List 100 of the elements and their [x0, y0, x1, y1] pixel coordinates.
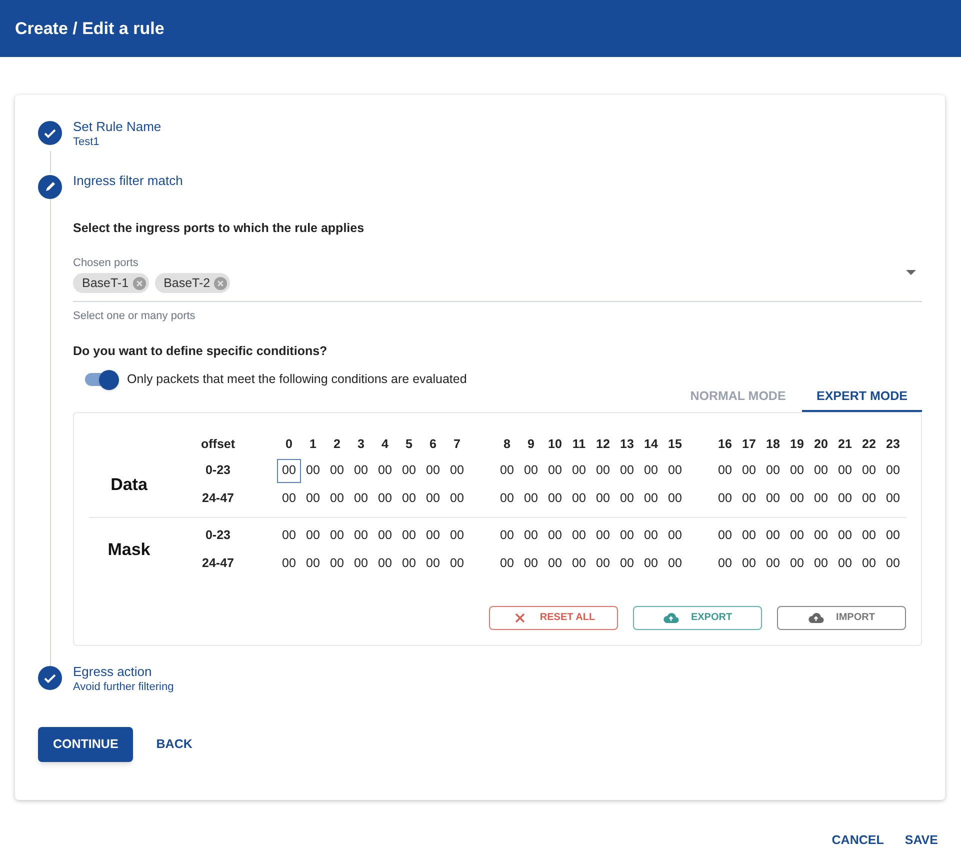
hex-cell[interactable]: 00: [857, 524, 881, 548]
hex-cell[interactable]: 00: [639, 524, 663, 548]
hex-cell[interactable]: 00: [833, 552, 857, 576]
hex-cell[interactable]: 00: [445, 552, 469, 576]
hex-cell[interactable]: 00: [785, 524, 809, 548]
step-title[interactable]: Set Rule Name: [73, 119, 162, 135]
hex-cell[interactable]: 00: [543, 552, 567, 576]
hex-cell[interactable]: 00: [301, 552, 325, 576]
hex-cell[interactable]: 00: [809, 458, 833, 482]
hex-cell[interactable]: 00: [663, 552, 687, 576]
port-chip[interactable]: BaseT-1: [73, 273, 149, 294]
continue-button[interactable]: CONTINUE: [38, 726, 134, 762]
hex-cell[interactable]: 00: [567, 552, 591, 576]
hex-cell[interactable]: 00: [277, 524, 301, 548]
hex-cell[interactable]: 00: [761, 486, 785, 510]
hex-cell[interactable]: 00: [809, 486, 833, 510]
hex-cell[interactable]: 00: [495, 524, 519, 548]
hex-cell[interactable]: 00: [713, 552, 737, 576]
hex-cell[interactable]: 00: [373, 552, 397, 576]
step-title[interactable]: Ingress filter match: [73, 173, 183, 189]
toggle-switch[interactable]: [85, 370, 119, 390]
hex-cell[interactable]: 00: [857, 486, 881, 510]
hex-cell[interactable]: 00: [737, 486, 761, 510]
hex-cell[interactable]: 00: [761, 524, 785, 548]
hex-cell[interactable]: 00: [785, 458, 809, 482]
hex-cell[interactable]: 00: [421, 524, 445, 548]
step-title[interactable]: Egress action: [73, 664, 174, 680]
hex-cell[interactable]: 00: [301, 524, 325, 548]
hex-cell[interactable]: 00: [591, 458, 615, 482]
hex-cell[interactable]: 00: [349, 524, 373, 548]
hex-cell[interactable]: 00: [543, 524, 567, 548]
hex-cell[interactable]: 00: [615, 524, 639, 548]
hex-cell[interactable]: 00: [325, 524, 349, 548]
hex-cell[interactable]: 00: [615, 486, 639, 510]
hex-cell[interactable]: 00: [833, 524, 857, 548]
port-chip[interactable]: BaseT-2: [154, 273, 230, 294]
matrix-action-button[interactable]: IMPORT: [777, 606, 906, 630]
hex-cell[interactable]: 00: [349, 458, 373, 482]
hex-cell[interactable]: 00: [663, 486, 687, 510]
hex-cell[interactable]: 00: [809, 524, 833, 548]
hex-cell[interactable]: 00: [881, 486, 905, 510]
hex-cell[interactable]: 00: [301, 458, 325, 482]
remove-icon[interactable]: [132, 276, 147, 291]
hex-cell[interactable]: 00: [737, 458, 761, 482]
hex-cell[interactable]: 00: [277, 552, 301, 576]
matrix-action-button[interactable]: RESET ALL: [489, 606, 618, 630]
hex-cell[interactable]: 00: [857, 552, 881, 576]
hex-cell[interactable]: 00: [713, 458, 737, 482]
hex-cell[interactable]: 00: [591, 486, 615, 510]
hex-cell[interactable]: 00: [421, 552, 445, 576]
hex-cell[interactable]: 00: [495, 458, 519, 482]
hex-cell[interactable]: 00: [567, 458, 591, 482]
hex-cell[interactable]: 00: [519, 552, 543, 576]
hex-cell[interactable]: 00: [349, 486, 373, 510]
hex-cell[interactable]: 00: [737, 524, 761, 548]
hex-cell[interactable]: 00: [809, 552, 833, 576]
hex-cell[interactable]: 00: [761, 552, 785, 576]
hex-cell[interactable]: 00: [785, 552, 809, 576]
hex-cell[interactable]: 00: [397, 552, 421, 576]
hex-cell[interactable]: 00: [713, 486, 737, 510]
hex-cell[interactable]: 00: [519, 524, 543, 548]
hex-cell[interactable]: 00: [663, 458, 687, 482]
hex-cell[interactable]: 00: [301, 486, 325, 510]
back-button[interactable]: BACK: [143, 726, 206, 762]
port-select[interactable]: Chosen ports BaseT-1 BaseT-2: [73, 254, 922, 302]
hex-cell[interactable]: 00: [615, 458, 639, 482]
hex-cell[interactable]: 00: [761, 458, 785, 482]
remove-icon[interactable]: [213, 276, 228, 291]
hex-cell[interactable]: 00: [543, 458, 567, 482]
hex-cell[interactable]: 00: [373, 458, 397, 482]
hex-cell[interactable]: 00: [519, 486, 543, 510]
hex-cell[interactable]: 00: [519, 458, 543, 482]
hex-cell[interactable]: 00: [833, 486, 857, 510]
hex-cell[interactable]: 00: [881, 458, 905, 482]
hex-cell[interactable]: 00: [567, 486, 591, 510]
hex-cell[interactable]: 00: [277, 486, 301, 510]
dialog-button[interactable]: CANCEL: [822, 826, 893, 854]
hex-cell[interactable]: 00: [277, 458, 301, 482]
hex-cell[interactable]: 00: [857, 458, 881, 482]
hex-cell[interactable]: 00: [639, 486, 663, 510]
hex-cell[interactable]: 00: [373, 524, 397, 548]
hex-cell[interactable]: 00: [421, 486, 445, 510]
hex-cell[interactable]: 00: [397, 524, 421, 548]
hex-cell[interactable]: 00: [445, 486, 469, 510]
hex-cell[interactable]: 00: [421, 458, 445, 482]
hex-cell[interactable]: 00: [639, 552, 663, 576]
hex-cell[interactable]: 00: [495, 552, 519, 576]
hex-cell[interactable]: 00: [445, 524, 469, 548]
hex-cell[interactable]: 00: [615, 552, 639, 576]
hex-cell[interactable]: 00: [713, 524, 737, 548]
hex-cell[interactable]: 00: [591, 552, 615, 576]
hex-cell[interactable]: 00: [325, 552, 349, 576]
hex-cell[interactable]: 00: [833, 458, 857, 482]
hex-cell[interactable]: 00: [325, 458, 349, 482]
hex-cell[interactable]: 00: [639, 458, 663, 482]
hex-cell[interactable]: 00: [445, 458, 469, 482]
dialog-button[interactable]: SAVE: [896, 826, 947, 854]
hex-cell[interactable]: 00: [881, 524, 905, 548]
hex-cell[interactable]: 00: [397, 458, 421, 482]
hex-cell[interactable]: 00: [325, 486, 349, 510]
